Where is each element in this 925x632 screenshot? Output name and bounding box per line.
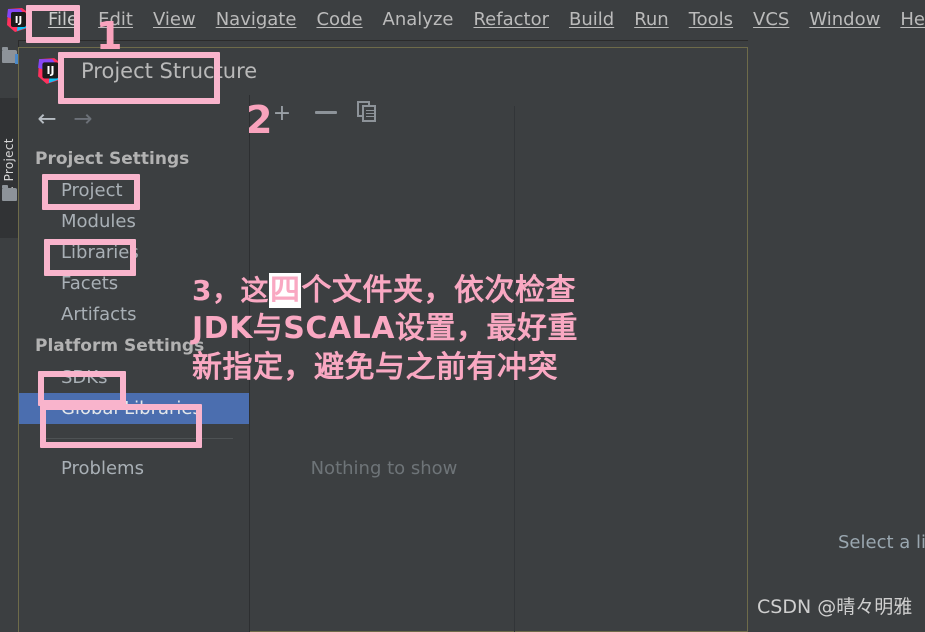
add-button[interactable]: + [271,103,293,125]
menu-item-tools[interactable]: Tools [679,0,743,40]
annotation-highlighted-char: 四 [268,273,302,308]
menu-item-help[interactable]: Help [890,0,925,40]
menu-item-analyze[interactable]: Analyze [373,0,464,40]
menu-item-navigate[interactable]: Navigate [206,0,307,40]
menu-item-tools-label: Tools [688,9,734,30]
copy-icon-line [366,116,374,117]
sidebar-item-modules[interactable]: Modules [19,206,249,237]
menu-item-analyze-label: Analyze [382,9,454,30]
annotation-note-line-1: 3，这四个文件夹，依次检查 [192,272,612,310]
arrow-right-icon[interactable]: → [69,105,97,133]
menu-item-navigate-label: Navigate [215,9,297,30]
annotation-box-project [42,174,140,210]
ide-background: IJ File Edit View Navigate Code Analyze … [0,0,925,632]
menu-item-help-label: Help [900,9,925,30]
menu-item-build[interactable]: Build [559,0,624,40]
left-tool-window-strip: 1: Project [0,40,19,625]
sidebar-item-project-tool-window[interactable]: 1: Project [0,98,18,238]
annotation-box-dialog-title [58,52,220,104]
menu-item-window-label: Window [809,9,881,30]
annotation-note-line-3: 新指定，避免与之前有冲突 [192,349,558,385]
menu-bar: IJ File Edit View Navigate Code Analyze … [0,0,925,41]
folder-icon [2,185,17,201]
sidebar-item-problems[interactable]: Problems [19,453,249,484]
annotation-number-1: 1 [96,14,123,58]
menu-item-vcs[interactable]: VCS [743,0,799,40]
menu-item-window[interactable]: Window [799,0,890,40]
copy-icon-line [366,113,374,114]
copy-button[interactable] [357,101,377,123]
csdn-watermark: CSDN @晴々明雅 [757,596,913,618]
annotation-note: 3，这四个文件夹，依次检查 JDK与SCALA设置，最好重 新指定，避免与之前有… [192,272,612,387]
annotation-note-line-1-post: 个文件夹，依次检查 [301,273,576,308]
svg-text:IJ: IJ [46,64,54,77]
arrow-left-icon[interactable]: ← [33,105,61,133]
annotation-box-file-menu [26,5,80,43]
annotation-number-2: 2 [246,98,273,142]
menu-item-view-label: View [152,9,196,30]
annotation-note-line-1-pre: 3，这 [192,274,269,307]
annotation-note-line-2: JDK与SCALA设置，最好重 [192,311,578,347]
copy-icon-front-sheet [362,105,376,122]
panel-divider[interactable] [249,143,250,632]
select-a-library-hint: Select a lib [838,532,925,553]
section-header-project-settings: Project Settings [35,149,190,169]
menu-item-run[interactable]: Run [624,0,679,40]
svg-text:IJ: IJ [15,15,22,26]
menu-item-vcs-label: VCS [753,9,790,30]
menu-item-code[interactable]: Code [306,0,372,40]
copy-icon-line [366,110,374,111]
annotation-box-sdks [38,371,126,406]
menu-item-view[interactable]: View [143,0,206,40]
empty-state-message: Nothing to show [310,458,458,479]
menu-item-refactor[interactable]: Refactor [463,0,559,40]
annotation-box-global-libraries [40,404,202,448]
menu-item-refactor-label: Refactor [473,9,549,30]
menu-item-run-label: Run [634,9,669,30]
menu-item-build-label: Build [569,9,615,30]
menu-item-code-label: Code [316,9,363,30]
annotation-box-libraries [44,239,136,276]
remove-button[interactable] [315,111,337,114]
